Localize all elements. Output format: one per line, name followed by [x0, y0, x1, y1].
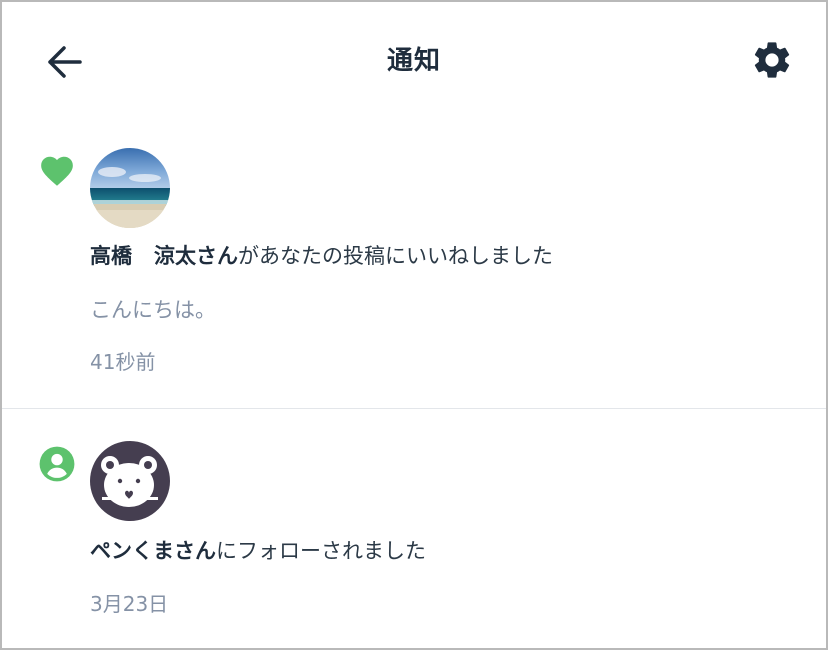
notification-item-like[interactable]: 高橋 涼太さんがあなたの投稿にいいねしました こんにちは。 41秒前: [2, 118, 826, 408]
notification-message: ペンくまさんにフォローされました: [90, 535, 426, 565]
timestamp: 41秒前: [90, 350, 156, 374]
action-text: があなたの投稿にいいねしました: [238, 244, 553, 268]
post-preview[interactable]: こんにちは。: [90, 294, 216, 324]
gear-icon: [754, 42, 790, 78]
honorific: さん: [196, 244, 238, 268]
notification-message: 高橋 涼太さんがあなたの投稿にいいねしました: [90, 240, 553, 270]
timestamp: 3月23日: [90, 592, 169, 616]
avatar[interactable]: [90, 441, 170, 521]
user-icon: [38, 445, 76, 483]
header: 通知: [2, 2, 826, 118]
action-text: にフォローされました: [216, 539, 426, 563]
notifications-screen: 通知 高橋 涼太さんがあなたの投稿にいいねしました こんにちは。 41秒前 ペン…: [0, 0, 828, 650]
heart-icon: [38, 152, 76, 190]
bear-icon: [90, 441, 170, 521]
page-title: 通知: [386, 46, 441, 76]
user-first-name[interactable]: 涼太: [154, 244, 196, 268]
user-name[interactable]: ペンくまさん: [90, 539, 216, 563]
user-last-name[interactable]: 高橋: [90, 244, 132, 268]
avatar[interactable]: [90, 148, 170, 228]
notification-item-follow[interactable]: ペンくまさんにフォローされました 3月23日: [2, 409, 826, 648]
settings-button[interactable]: [750, 38, 794, 82]
